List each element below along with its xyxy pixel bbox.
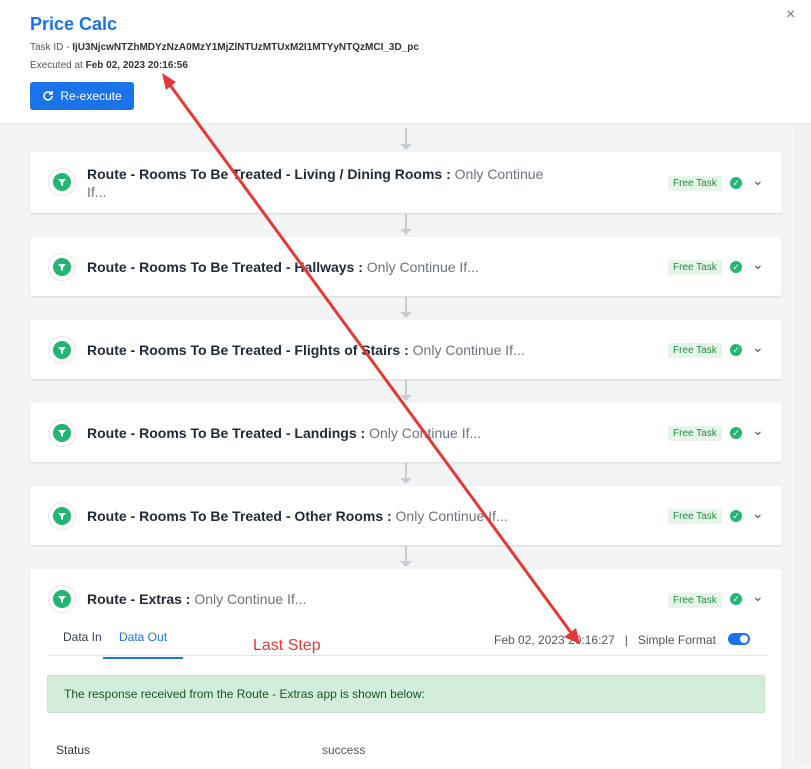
task-id-value: IjU3NjcwNTZhMDYzNzA0MzY1MjZlNTUzMTUxM2I1…	[72, 42, 419, 53]
success-check-icon: ✓	[730, 177, 742, 189]
page-title: Price Calc	[30, 14, 118, 34]
free-task-badge: Free Task	[668, 426, 722, 441]
step-title: Route - Rooms To Be Treated - Flights of…	[87, 342, 525, 358]
field-value: success	[322, 743, 366, 757]
refresh-icon	[43, 91, 54, 101]
free-task-badge: Free Task	[668, 343, 722, 358]
step-connector	[405, 546, 407, 562]
step-card[interactable]: Route - Rooms To Be Treated - Other Room…	[30, 486, 782, 545]
step-card[interactable]: Route - Rooms To Be Treated - Landings :…	[30, 403, 782, 462]
chevron-down-icon[interactable]: ⌄	[752, 505, 764, 522]
success-check-icon: ✓	[730, 427, 742, 439]
tab-data-out[interactable]: Data Out	[103, 630, 184, 659]
free-task-badge: Free Task	[668, 509, 722, 524]
scrollbar[interactable]	[795, 124, 811, 764]
step-connector	[405, 297, 407, 313]
chevron-down-icon[interactable]: ⌄	[752, 256, 764, 273]
step-title: Route - Rooms To Be Treated - Living / D…	[87, 166, 544, 200]
step-card[interactable]: Route - Rooms To Be Treated - Living / D…	[30, 152, 782, 213]
executed-at-value: Feb 02, 2023 20:16:56	[85, 60, 188, 71]
success-check-icon: ✓	[730, 261, 742, 273]
connector-arrow-icon	[400, 478, 412, 484]
tab-data-in[interactable]: Data In	[63, 630, 102, 644]
step-title: Route - Rooms To Be Treated - Hallways :…	[87, 259, 479, 275]
close-icon[interactable]: ×	[786, 6, 795, 24]
step-card-expanded[interactable]: Route - Extras : Only Continue If... Fre…	[30, 569, 782, 769]
free-task-badge: Free Task	[668, 260, 722, 275]
filter-icon	[48, 585, 76, 613]
connector-arrow-icon	[400, 312, 412, 318]
success-check-icon: ✓	[730, 593, 742, 605]
last-step-annotation: Last Step	[253, 637, 321, 654]
step-title: Route - Extras : Only Continue If...	[87, 591, 307, 607]
data-tabs: Data In Data Out Last Step Feb 02, 2023 …	[48, 617, 768, 659]
success-check-icon: ✓	[730, 344, 742, 356]
step-title: Route - Rooms To Be Treated - Other Room…	[87, 508, 508, 524]
modal-header: Price Calc Task ID - IjU3NjcwNTZhMDYzNzA…	[0, 0, 811, 124]
response-notice: The response received from the Route - E…	[47, 675, 765, 713]
free-task-badge: Free Task	[668, 176, 722, 191]
connector-arrow-icon	[400, 229, 412, 235]
step-card[interactable]: Route - Rooms To Be Treated - Flights of…	[30, 320, 782, 379]
connector-arrow-icon	[400, 395, 412, 401]
step-connector	[405, 380, 407, 396]
step-title: Route - Rooms To Be Treated - Landings :…	[87, 425, 482, 441]
connector-arrow-icon	[400, 144, 412, 150]
step-card[interactable]: Route - Rooms To Be Treated - Hallways :…	[30, 237, 782, 296]
filter-icon	[48, 253, 76, 281]
filter-icon	[48, 168, 76, 196]
task-history-modal: Price Calc Task ID - IjU3NjcwNTZhMDYzNzA…	[0, 0, 811, 769]
step-connector	[405, 214, 407, 230]
chevron-down-icon[interactable]: ⌄	[752, 339, 764, 356]
chevron-down-icon[interactable]: ⌄	[752, 422, 764, 439]
simple-format-toggle[interactable]	[728, 633, 750, 645]
success-check-icon: ✓	[730, 510, 742, 522]
filter-icon	[48, 419, 76, 447]
task-id: Task ID - IjU3NjcwNTZhMDYzNzA0MzY1MjZlNT…	[30, 42, 419, 53]
step-connector	[405, 463, 407, 479]
re-execute-button[interactable]: Re-execute	[30, 82, 134, 110]
connector-arrow-icon	[400, 561, 412, 567]
field-label: Status	[56, 743, 91, 757]
re-execute-label: Re-execute	[60, 89, 122, 103]
chevron-down-icon[interactable]: ⌄	[752, 172, 764, 189]
output-timestamp: Feb 02, 2023 20:16:27 | Simple Format	[494, 633, 716, 647]
chevron-up-icon[interactable]: ⌄	[752, 588, 764, 605]
executed-at: Executed at Feb 02, 2023 20:16:56	[30, 60, 188, 71]
filter-icon	[48, 502, 76, 530]
free-task-badge: Free Task	[668, 593, 722, 608]
filter-icon	[48, 336, 76, 364]
